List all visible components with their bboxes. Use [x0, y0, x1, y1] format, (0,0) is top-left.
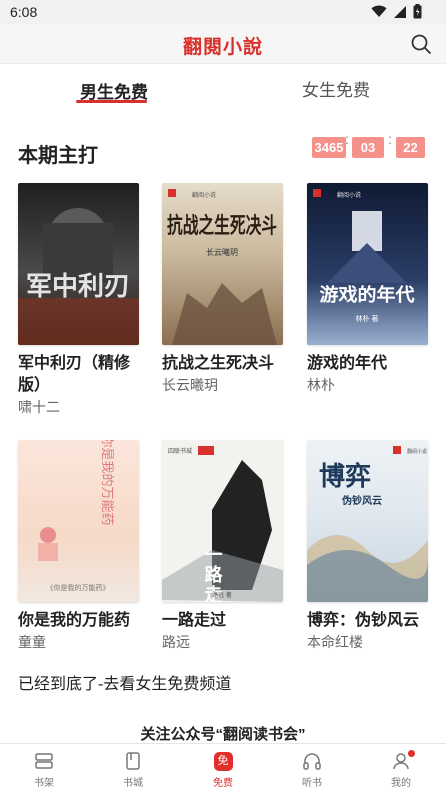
cover-title: 抗战之生死决斗 [167, 213, 277, 239]
svg-text:长云曦玥: 长云曦玥 [206, 247, 238, 257]
svg-text:《你是我的万能药》: 《你是我的万能药》 [47, 583, 110, 592]
countdown-days: 3465 [312, 137, 346, 158]
countdown-hours: 03 [352, 137, 384, 158]
app-bar: 翻閱小說 [0, 24, 446, 64]
nav-bookstore[interactable]: 书城 [103, 750, 163, 789]
nav-audiobook[interactable]: 听书 [282, 750, 342, 789]
countdown-separator: : [345, 131, 349, 147]
book-title[interactable]: 博弈：伪钞风云 [307, 610, 428, 632]
svg-text:四联书城: 四联书城 [168, 447, 192, 455]
cover-title: 博弈 [319, 461, 371, 492]
book-title[interactable]: 一路走过 [162, 610, 283, 632]
cover-art: 翻阅小说 游戏的年代 林朴 著 [313, 189, 415, 323]
svg-text:翻阅小说: 翻阅小说 [192, 191, 216, 199]
book-title[interactable]: 抗战之生死决斗 [162, 353, 283, 375]
svg-text:翻阅小说: 翻阅小说 [337, 191, 361, 199]
cover-art: 翻阅小说 抗战之生死决斗 长云曦玥 [167, 189, 277, 345]
svg-text:路远 著: 路远 著 [212, 591, 232, 599]
countdown-separator: : [388, 131, 392, 147]
cover-art: 军中利刃 [18, 208, 139, 345]
svg-text:林朴 著: 林朴 著 [356, 314, 379, 323]
book-author: 本命红楼 [307, 634, 363, 650]
status-time: 6:08 [10, 4, 38, 20]
cover-art: 翻阅小说 博弈 伪钞风云 [307, 446, 428, 602]
nav-bookshelf[interactable]: 书架 [14, 750, 74, 789]
free-icon: 免 [213, 751, 233, 771]
book-cover[interactable]: 军中利刃 [18, 183, 139, 345]
status-icons [371, 4, 422, 19]
book-author: 啸十二 [18, 399, 60, 415]
section-title: 本期主打 [18, 145, 98, 167]
nav-label: 听书 [302, 778, 322, 789]
cover-title: 你是我的万能药 [99, 440, 115, 526]
tab-female-free[interactable]: 女生免费 [302, 76, 370, 101]
book-cover[interactable]: 翻阅小说 博弈 伪钞风云 [307, 440, 428, 602]
end-of-list-link[interactable]: 已经到底了-去看女生免费频道 [18, 670, 231, 694]
search-icon[interactable] [410, 33, 432, 55]
nav-profile[interactable]: 我的 [371, 750, 431, 789]
bookstore-icon [126, 752, 140, 770]
book-title[interactable]: 军中利刃（精修版） [18, 353, 139, 397]
book-author: 童童 [18, 634, 46, 650]
book-card[interactable]: 翻阅小说 博弈 伪钞风云 博弈：伪钞风云 本命红楼 [307, 440, 428, 652]
book-author: 林朴 [307, 377, 335, 393]
signal-icon [394, 5, 406, 18]
svg-text:翻阅小说: 翻阅小说 [407, 448, 427, 455]
channel-tabs: 男生免费 女生免费 [0, 64, 446, 108]
cover-art: 四联书城 一路走过 路远 著 [162, 446, 283, 602]
notification-dot [408, 750, 415, 757]
wifi-icon [371, 5, 387, 17]
book-card[interactable]: 翻阅小说 抗战之生死决斗 长云曦玥 抗战之生死决斗 长云曦玥 [162, 183, 283, 395]
book-card[interactable]: 四联书城 一路走过 路远 著 一路走过 路远 [162, 440, 283, 652]
book-title[interactable]: 游戏的年代 [307, 353, 428, 375]
book-cover[interactable]: 翻阅小说 游戏的年代 林朴 著 [307, 183, 428, 345]
nav-label: 我的 [391, 778, 411, 789]
battery-icon [413, 4, 422, 19]
nav-free[interactable]: 免 免费 [193, 750, 253, 789]
book-card[interactable]: 你是我的万能药 《你是我的万能药》 你是我的万能药 童童 [18, 440, 139, 652]
svg-text:伪钞风云: 伪钞风云 [341, 494, 382, 507]
bottom-nav: 书架 书城 免 免费 听书 我的 [0, 743, 446, 793]
book-cover[interactable]: 四联书城 一路走过 路远 著 [162, 440, 283, 602]
headphones-icon [303, 753, 321, 770]
book-title[interactable]: 你是我的万能药 [18, 610, 139, 632]
nav-label: 书城 [123, 778, 143, 789]
status-bar: 6:08 [0, 0, 446, 24]
countdown-minutes: 22 [396, 137, 425, 158]
cover-title: 军中利刃 [26, 272, 130, 302]
book-cover[interactable]: 你是我的万能药 《你是我的万能药》 [18, 440, 139, 602]
follow-official-account: 关注公众号“翻阅读书会” [140, 726, 306, 743]
tab-active-indicator [76, 100, 147, 103]
book-author: 长云曦玥 [162, 377, 218, 393]
app-logo: 翻閱小說 [182, 36, 263, 58]
cover-title: 游戏的年代 [320, 284, 415, 306]
book-card[interactable]: 翻阅小说 游戏的年代 林朴 著 游戏的年代 林朴 [307, 183, 428, 395]
nav-label: 书架 [34, 778, 54, 789]
book-card[interactable]: 军中利刃 军中利刃（精修版） 啸十二 [18, 183, 139, 417]
book-author: 路远 [162, 634, 190, 650]
nav-label: 免费 [213, 778, 233, 789]
book-cover[interactable]: 翻阅小说 抗战之生死决斗 长云曦玥 [162, 183, 283, 345]
cover-art: 你是我的万能药 《你是我的万能药》 [38, 440, 115, 592]
bookshelf-icon [35, 753, 53, 769]
